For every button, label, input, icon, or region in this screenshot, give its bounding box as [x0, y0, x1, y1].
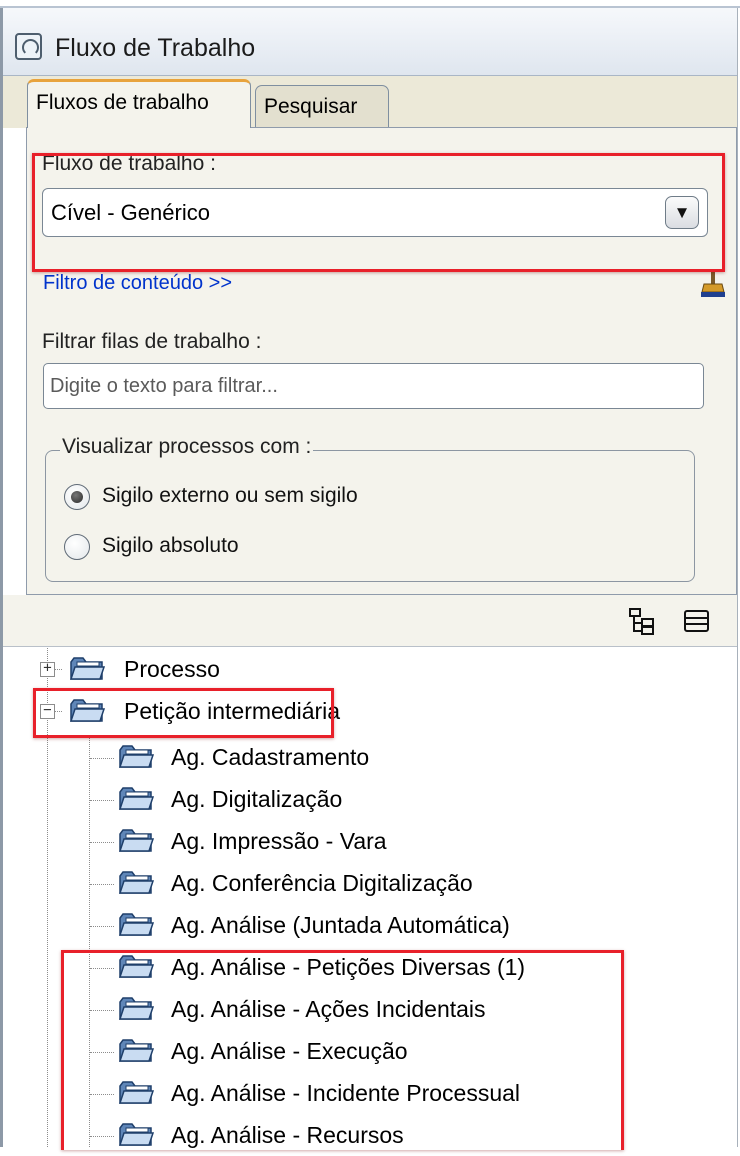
folder-icon	[118, 787, 155, 810]
tree-connector	[90, 1136, 114, 1137]
title-bar: Fluxo de Trabalho	[3, 8, 737, 76]
tree-node-label: Ag. Impressão - Vara	[171, 828, 387, 854]
tree-node-label: Ag. Cadastramento	[171, 744, 370, 770]
queue-filter-label: Filtrar filas de trabalho :	[42, 330, 262, 353]
folder-icon	[118, 1081, 155, 1104]
folder-icon	[118, 955, 155, 978]
chevron-down-icon[interactable]: ▼	[665, 196, 699, 229]
tree-node-label: Processo	[124, 656, 220, 682]
tree-node-child[interactable]: Ag. Cadastramento	[114, 736, 674, 778]
tree-node-child[interactable]: Ag. Análise - Recursos	[114, 1114, 674, 1156]
tree-connector	[90, 884, 114, 885]
tree-toolbar	[3, 595, 737, 647]
tree-node-child[interactable]: Ag. Análise - Incidente Processual	[114, 1072, 674, 1114]
radio-label-sigilo-externo: Sigilo externo ou sem sigilo	[102, 484, 358, 507]
tree-node-child[interactable]: Ag. Análise - Petições Diversas (1)	[114, 946, 674, 988]
folder-icon	[118, 1123, 155, 1146]
workflow-tree: + Processo − Petição intermediária Ag. C…	[3, 648, 737, 1148]
tab-fluxos-de-trabalho[interactable]: Fluxos de trabalho	[27, 79, 251, 128]
tree-connector	[90, 800, 114, 801]
tree-node-label: Ag. Análise - Incidente Processual	[171, 1080, 521, 1106]
window-title: Fluxo de Trabalho	[55, 34, 256, 62]
tree-connector	[90, 1010, 114, 1011]
tree-node-label: Petição intermediária	[124, 698, 341, 724]
tree-connector	[90, 842, 114, 843]
tree-connector	[90, 968, 114, 969]
tree-connector	[90, 1052, 114, 1053]
tree-node-processo[interactable]: + Processo	[40, 648, 340, 690]
tree-node-child[interactable]: Ag. Impressão - Vara	[114, 820, 674, 862]
radio-button-checked[interactable]	[64, 484, 90, 510]
tree-connector	[90, 926, 114, 927]
expand-plus-icon[interactable]: +	[40, 661, 55, 677]
folder-icon	[118, 997, 155, 1020]
tree-node-label: Ag. Análise - Recursos	[171, 1122, 404, 1148]
radio-button-unchecked[interactable]	[64, 534, 90, 560]
tree-node-child[interactable]: Ag. Digitalização	[114, 778, 674, 820]
tree-node-peticao-intermediaria[interactable]: − Petição intermediária	[40, 690, 370, 732]
tab-strip: Fluxos de trabalho Pesquisar	[3, 76, 737, 128]
tree-connector	[89, 736, 90, 1147]
radio-label-sigilo-absoluto: Sigilo absoluto	[102, 534, 239, 557]
tree-view-icon[interactable]	[628, 607, 656, 635]
tree-node-label: Ag. Análise (Juntada Automática)	[171, 912, 510, 938]
tree-node-label: Ag. Análise - Execução	[171, 1038, 408, 1064]
workflow-panel: Fluxo de trabalho : Cível - Genérico ▼ F…	[26, 127, 737, 595]
right-border	[737, 8, 738, 1147]
broom-icon[interactable]	[700, 268, 726, 298]
tree-node-label: Ag. Análise - Petições Diversas (1)	[171, 954, 526, 980]
tree-node-label: Ag. Digitalização	[171, 786, 343, 812]
tree-node-child[interactable]: Ag. Conferência Digitalização	[114, 862, 674, 904]
folder-icon	[118, 745, 155, 768]
collapse-all-icon[interactable]	[683, 607, 711, 635]
folder-icon	[118, 1039, 155, 1062]
content-filter-link[interactable]: Filtro de conteúdo >>	[43, 272, 232, 295]
tree-connector	[90, 1094, 114, 1095]
workflow-window: Fluxo de Trabalho Fluxos de trabalho Pes…	[0, 0, 740, 1150]
queue-filter-input[interactable]	[43, 363, 704, 409]
tree-connector	[90, 758, 114, 759]
view-options-group: Visualizar processos com : Sigilo extern…	[45, 435, 695, 582]
tree-node-child[interactable]: Ag. Análise - Execução	[114, 1030, 674, 1072]
tree-node-child[interactable]: Ag. Análise - Ações Incidentais	[114, 988, 674, 1030]
folder-icon	[69, 699, 106, 722]
workflow-select[interactable]: Cível - Genérico ▼	[42, 188, 708, 237]
window-app-icon	[15, 33, 42, 60]
workflow-select-value: Cível - Genérico	[51, 200, 210, 225]
tree-node-label: Ag. Conferência Digitalização	[171, 870, 473, 896]
tree-node-child[interactable]: Ag. Análise (Juntada Automática)	[114, 904, 674, 946]
tree-node-label: Ag. Análise - Ações Incidentais	[171, 996, 486, 1022]
view-options-legend: Visualizar processos com :	[60, 435, 314, 459]
folder-icon	[118, 913, 155, 936]
collapse-minus-icon[interactable]: −	[40, 703, 55, 719]
workflow-label: Fluxo de trabalho :	[42, 152, 216, 175]
folder-icon	[118, 829, 155, 852]
tab-pesquisar[interactable]: Pesquisar	[255, 85, 389, 128]
folder-icon	[69, 657, 106, 680]
folder-icon	[118, 871, 155, 894]
